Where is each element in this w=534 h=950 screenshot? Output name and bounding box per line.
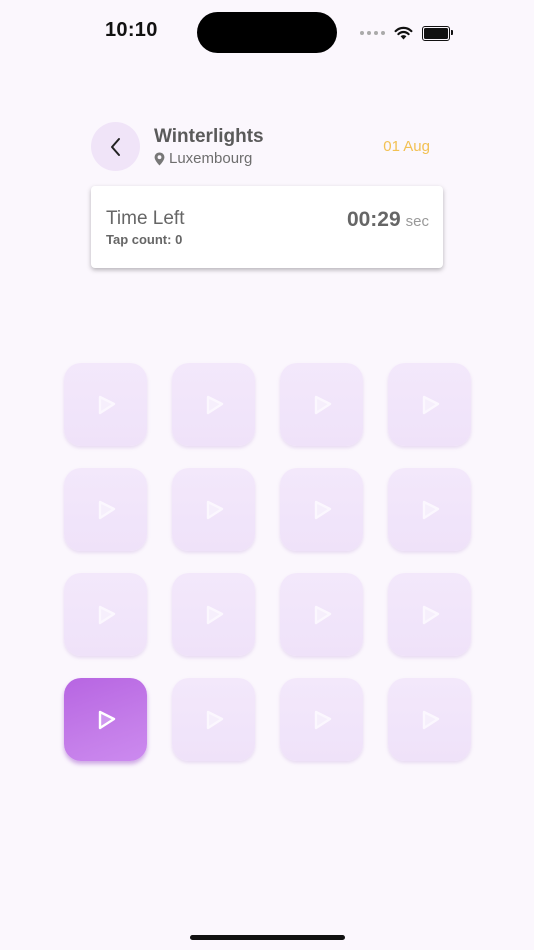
play-icon	[98, 710, 115, 729]
status-time: 10:10	[105, 19, 158, 41]
play-tile[interactable]	[64, 468, 147, 551]
location-row: Luxembourg	[154, 150, 252, 167]
play-icon	[206, 500, 223, 519]
dynamic-island	[197, 12, 337, 53]
play-tile[interactable]	[388, 573, 471, 656]
play-tile[interactable]	[280, 678, 363, 761]
play-icon	[314, 395, 331, 414]
play-tile[interactable]	[388, 678, 471, 761]
play-tile[interactable]	[280, 468, 363, 551]
battery-icon	[422, 25, 453, 41]
timer-card: Time Left Tap count: 0 00:29 sec	[91, 186, 443, 268]
play-icon	[206, 710, 223, 729]
play-icon	[422, 710, 439, 729]
play-icon	[98, 395, 115, 414]
play-icon	[422, 605, 439, 624]
play-tile[interactable]	[280, 363, 363, 446]
tile-grid	[64, 363, 471, 761]
chevron-left-icon	[110, 137, 120, 156]
play-tile[interactable]	[172, 363, 255, 446]
page-title: Winterlights	[154, 126, 264, 147]
timer-unit: sec	[405, 213, 429, 230]
play-tile[interactable]	[388, 363, 471, 446]
play-icon	[422, 500, 439, 519]
play-icon	[98, 605, 115, 624]
play-icon	[314, 605, 331, 624]
play-icon	[422, 395, 439, 414]
play-icon	[314, 500, 331, 519]
status-icons	[360, 24, 453, 42]
play-tile[interactable]	[172, 678, 255, 761]
timer-value: 00:29 sec	[347, 208, 429, 232]
timer-number: 00:29	[346, 208, 401, 231]
play-icon	[314, 710, 331, 729]
play-icon	[98, 500, 115, 519]
play-tile[interactable]	[388, 468, 471, 551]
home-indicator[interactable]	[190, 935, 345, 940]
date-label: 01 Aug	[383, 138, 430, 155]
wifi-icon	[394, 26, 413, 40]
back-button[interactable]	[91, 122, 140, 171]
play-icon	[206, 605, 223, 624]
play-icon	[206, 395, 223, 414]
location-label: Luxembourg	[169, 150, 253, 167]
location-pin-icon	[154, 152, 165, 165]
tap-count: Tap count: 0	[106, 232, 183, 247]
play-tile[interactable]	[172, 573, 255, 656]
play-tile[interactable]	[64, 363, 147, 446]
play-tile[interactable]	[172, 468, 255, 551]
signal-icon	[360, 31, 385, 35]
timer-label: Time Left	[106, 208, 185, 229]
play-tile-active[interactable]	[64, 678, 147, 761]
play-tile[interactable]	[64, 573, 147, 656]
play-tile[interactable]	[280, 573, 363, 656]
